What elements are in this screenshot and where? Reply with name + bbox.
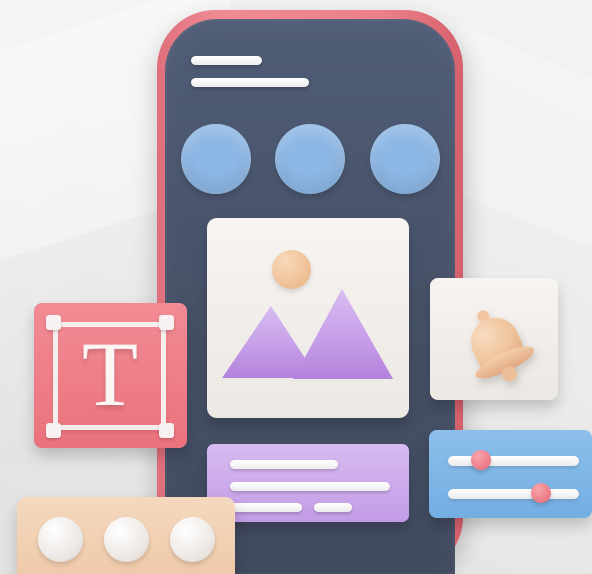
circle-option[interactable] <box>181 124 251 194</box>
circle-option[interactable] <box>275 124 345 194</box>
circle-option[interactable] <box>370 124 440 194</box>
slider-knob-2[interactable] <box>531 483 551 503</box>
more-dot[interactable] <box>170 517 215 562</box>
slider-knob-1[interactable] <box>471 450 491 470</box>
resize-handle[interactable] <box>159 423 174 438</box>
image-card[interactable] <box>207 218 409 418</box>
slider-panel[interactable] <box>429 430 592 518</box>
text-line <box>314 503 352 512</box>
header-line-short <box>191 56 262 65</box>
resize-handle[interactable] <box>46 315 61 330</box>
header-line-long <box>191 78 309 87</box>
more-dot[interactable] <box>38 517 83 562</box>
text-line <box>230 482 390 491</box>
text-tool-icon: T <box>81 323 139 425</box>
more-dot[interactable] <box>104 517 149 562</box>
resize-handle[interactable] <box>46 423 61 438</box>
image-sun <box>272 250 311 289</box>
slider-track-2[interactable] <box>448 489 579 499</box>
text-line <box>230 503 302 512</box>
slider-track-1[interactable] <box>448 456 579 466</box>
resize-handle[interactable] <box>159 315 174 330</box>
illustration-scene: T <box>0 0 592 574</box>
text-line <box>230 460 338 469</box>
